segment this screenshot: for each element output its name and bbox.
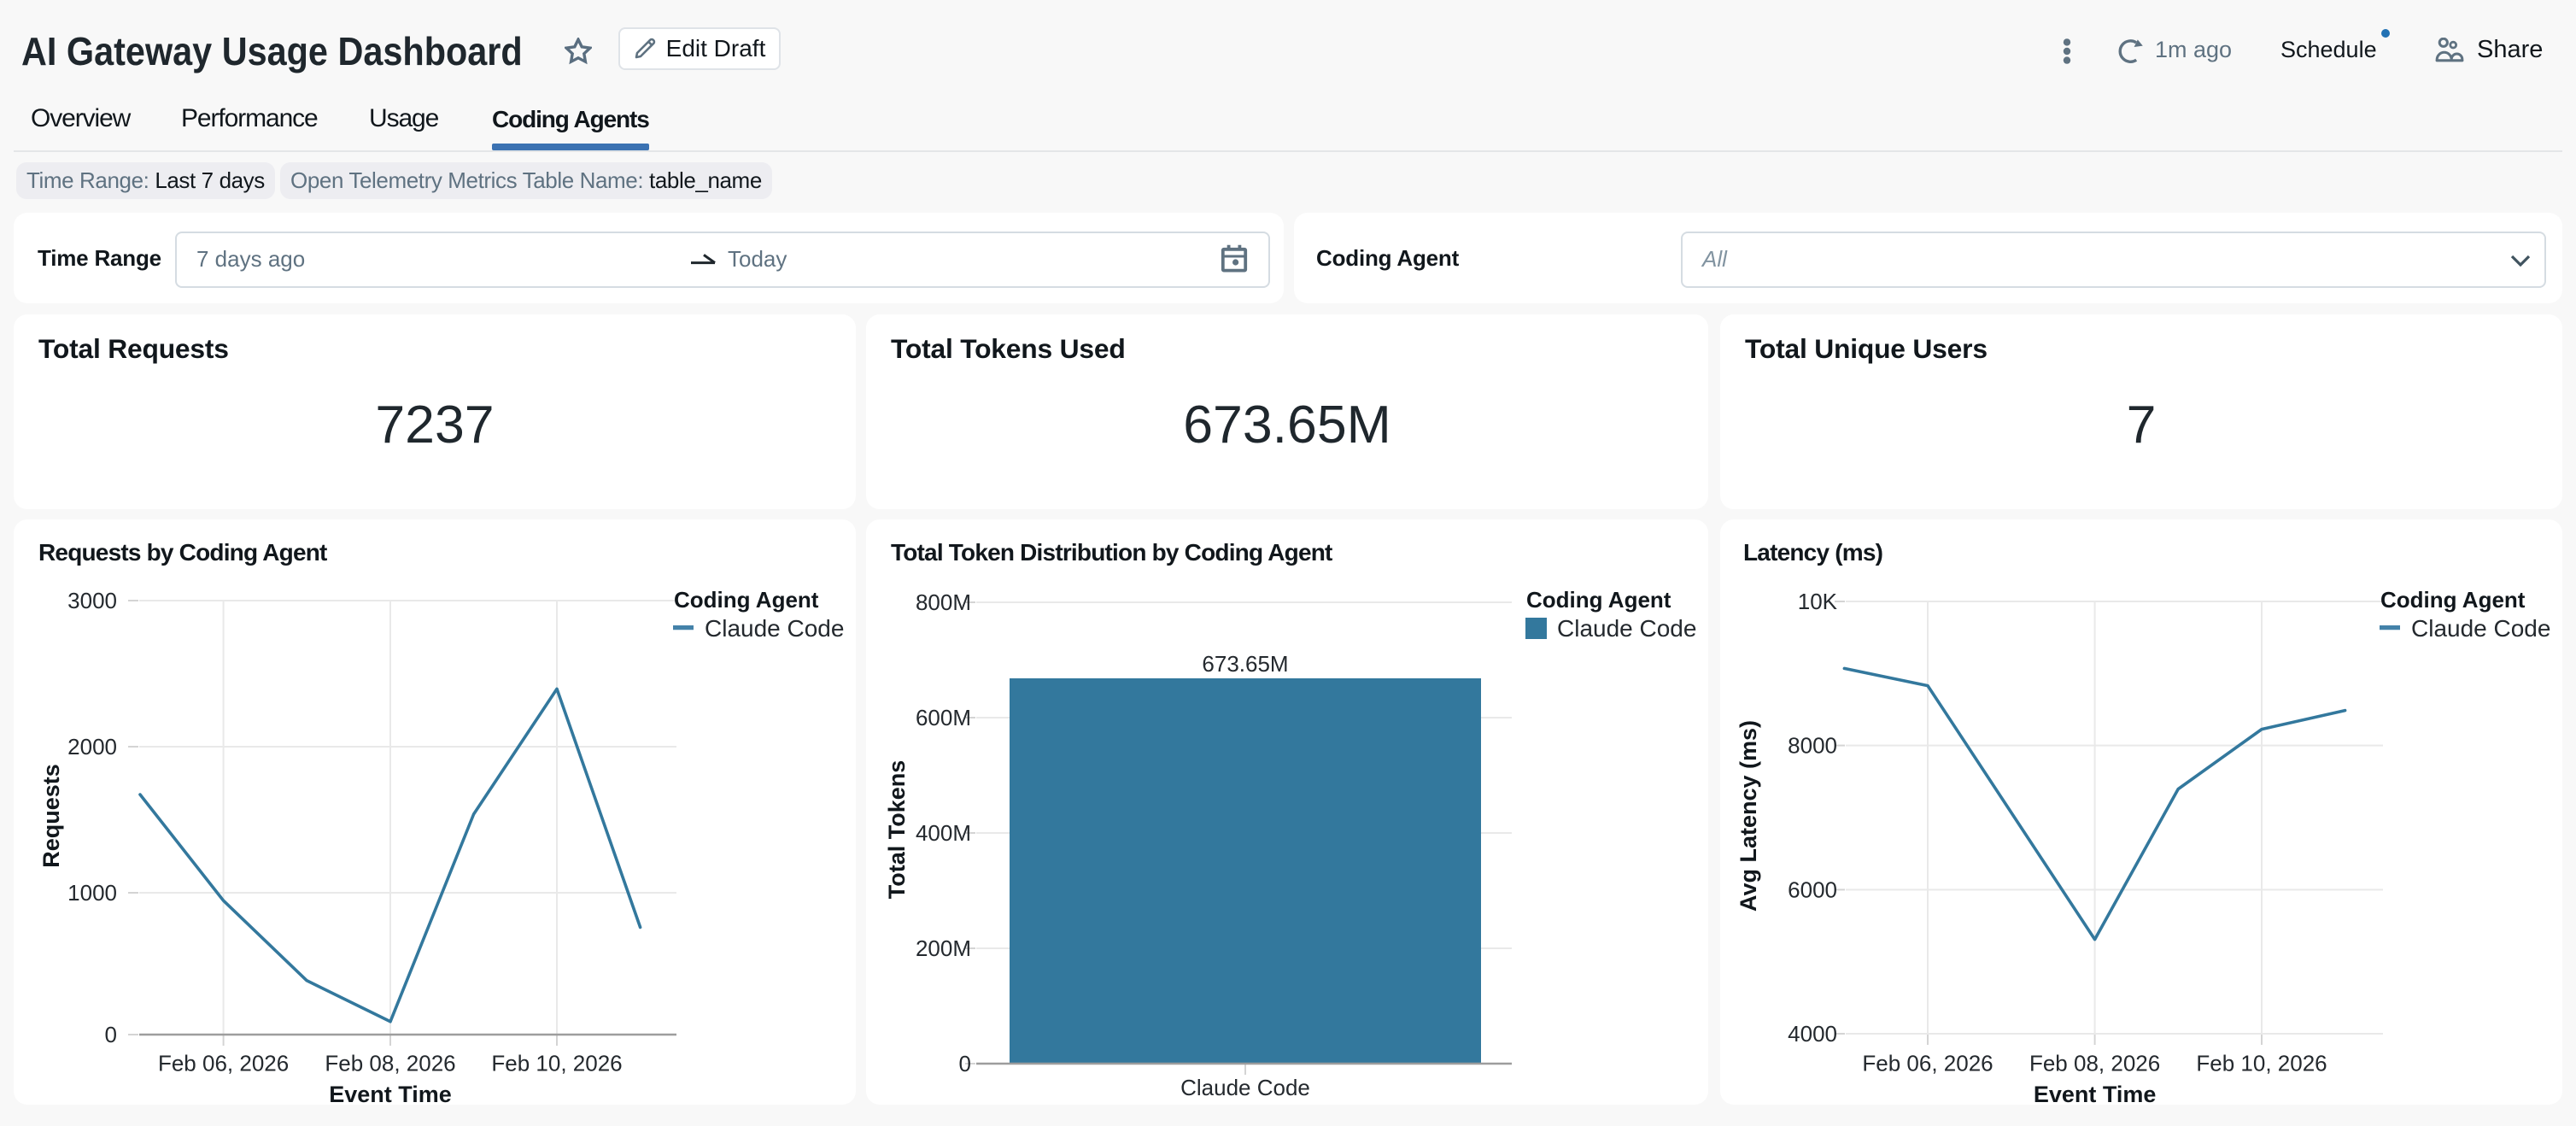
svg-text:400M: 400M (916, 820, 971, 846)
svg-text:Claude Code: Claude Code (2411, 615, 2550, 642)
svg-text:Feb 06, 2026: Feb 06, 2026 (1862, 1051, 1993, 1076)
svg-text:Feb 10, 2026: Feb 10, 2026 (491, 1051, 622, 1076)
svg-text:Total Tokens: Total Tokens (884, 760, 910, 900)
svg-text:Feb 08, 2026: Feb 08, 2026 (2029, 1051, 2160, 1076)
svg-text:8000: 8000 (1788, 733, 1837, 759)
svg-text:800M: 800M (916, 589, 971, 615)
svg-text:Event Time: Event Time (329, 1082, 452, 1105)
svg-text:Coding Agent: Coding Agent (1526, 587, 1671, 613)
svg-text:Feb 08, 2026: Feb 08, 2026 (325, 1051, 455, 1076)
svg-text:6000: 6000 (1788, 877, 1837, 902)
svg-text:Feb 06, 2026: Feb 06, 2026 (158, 1051, 289, 1076)
svg-text:1000: 1000 (67, 880, 117, 906)
svg-text:3000: 3000 (67, 588, 117, 613)
svg-text:200M: 200M (916, 935, 971, 961)
svg-text:Requests: Requests (38, 764, 64, 868)
svg-text:4000: 4000 (1788, 1021, 1837, 1047)
svg-text:Latency (ms): Latency (ms) (1743, 539, 1882, 566)
svg-text:Feb 10, 2026: Feb 10, 2026 (2196, 1051, 2327, 1076)
svg-text:Claude Code: Claude Code (705, 615, 844, 642)
svg-text:Total Token Distribution by Co: Total Token Distribution by Coding Agent (891, 539, 1332, 566)
svg-text:Requests by Coding Agent: Requests by Coding Agent (38, 539, 327, 566)
svg-text:2000: 2000 (67, 734, 117, 759)
svg-text:0: 0 (959, 1051, 971, 1076)
svg-text:Coding Agent: Coding Agent (2380, 587, 2526, 613)
svg-text:Avg Latency (ms): Avg Latency (ms) (1736, 720, 1761, 912)
svg-text:600M: 600M (916, 705, 971, 730)
svg-text:0: 0 (105, 1022, 117, 1047)
svg-text:673.65M: 673.65M (1202, 651, 1288, 677)
svg-text:Claude Code: Claude Code (1180, 1075, 1310, 1100)
svg-text:Coding Agent: Coding Agent (674, 587, 819, 613)
svg-text:Event Time: Event Time (2034, 1082, 2157, 1105)
svg-text:10K: 10K (1798, 589, 1838, 614)
svg-text:Claude Code: Claude Code (1557, 615, 1696, 642)
